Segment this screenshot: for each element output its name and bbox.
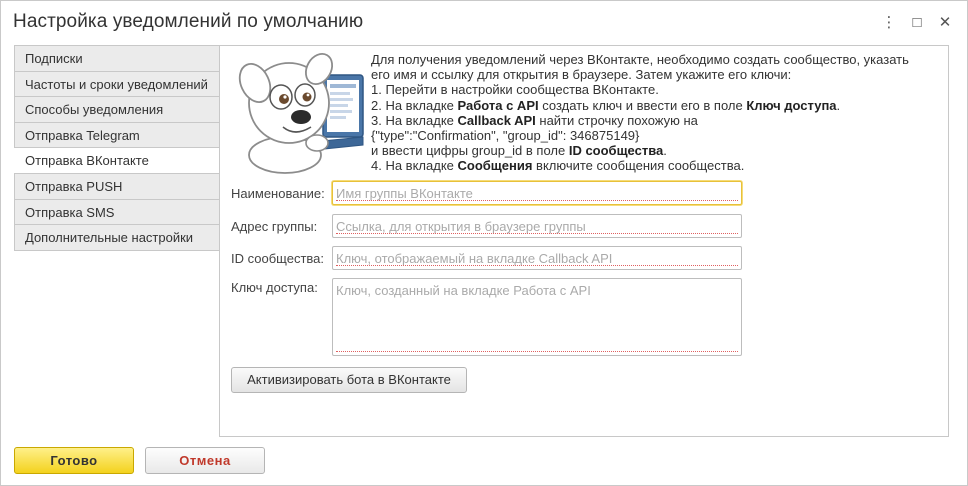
group-id-placeholder: Ключ, отображаемый на вкладке Callback A…	[336, 251, 613, 266]
instruction-line: {"type":"Confirmation", "group_id": 3468…	[371, 128, 640, 144]
group-address-input[interactable]: Ссылка, для открытия в браузере группы	[332, 214, 742, 238]
nav-item-sms[interactable]: Отправка SMS	[14, 199, 220, 226]
access-key-label: Ключ доступа:	[231, 280, 318, 295]
close-icon[interactable]: ✕	[931, 12, 959, 32]
cancel-button[interactable]: Отмена	[145, 447, 265, 474]
nav-item-vkontakte[interactable]: Отправка ВКонтакте	[14, 148, 220, 174]
settings-nav: Подписки Частоты и сроки уведомлений Спо…	[14, 45, 220, 251]
nav-item-methods[interactable]: Способы уведомления	[14, 97, 220, 123]
group-id-input[interactable]: Ключ, отображаемый на вкладке Callback A…	[332, 246, 742, 270]
instruction-line: 1. Перейти в настройки сообщества ВКонта…	[371, 82, 659, 98]
dialog-window: Настройка уведомлений по умолчанию ⋮ □ ✕…	[0, 0, 968, 486]
required-underline	[336, 233, 738, 234]
required-underline	[336, 351, 738, 352]
instructions-text: Для получения уведомлений через ВКонтакт…	[371, 52, 941, 174]
instruction-line: 3. На вкладке Callback API найти строчку…	[371, 112, 698, 128]
vk-dog-mascot-icon	[238, 53, 364, 174]
group-name-placeholder: Имя группы ВКонтакте	[336, 186, 473, 201]
required-underline	[336, 200, 738, 201]
nav-item-frequency[interactable]: Частоты и сроки уведомлений	[14, 71, 220, 98]
ok-button[interactable]: Готово	[14, 447, 134, 474]
group-name-input[interactable]: Имя группы ВКонтакте	[332, 181, 742, 205]
access-key-placeholder: Ключ, созданный на вкладке Работа с API	[336, 283, 591, 298]
instruction-line: 4. На вкладке Сообщения включите сообщен…	[371, 158, 745, 174]
dialog-title: Настройка уведомлений по умолчанию	[13, 11, 364, 32]
instruction-line: Для получения уведомлений через ВКонтакт…	[371, 52, 909, 67]
window-controls: ⋮ □ ✕	[875, 12, 959, 32]
nav-item-telegram[interactable]: Отправка Telegram	[14, 122, 220, 149]
address-label: Адрес группы:	[231, 219, 318, 234]
name-label: Наименование:	[231, 186, 325, 201]
group-id-label: ID сообщества:	[231, 251, 324, 266]
maximize-icon[interactable]: □	[903, 12, 931, 32]
access-key-textarea[interactable]: Ключ, созданный на вкладке Работа с API	[332, 278, 742, 356]
instruction-line: его имя и ссылку для открытия в браузере…	[371, 67, 792, 83]
instruction-line: и ввести цифры group_id в поле ID сообще…	[371, 143, 667, 159]
instruction-line: 2. На вкладке Работа с API создать ключ …	[371, 97, 841, 113]
nav-item-additional[interactable]: Дополнительные настройки	[14, 225, 220, 251]
more-options-icon[interactable]: ⋮	[875, 12, 903, 32]
nav-item-subscriptions[interactable]: Подписки	[14, 46, 220, 72]
required-underline	[336, 265, 738, 266]
group-address-placeholder: Ссылка, для открытия в браузере группы	[336, 219, 586, 234]
nav-item-push[interactable]: Отправка PUSH	[14, 173, 220, 200]
activate-bot-button[interactable]: Активизировать бота в ВКонтакте	[231, 367, 467, 393]
